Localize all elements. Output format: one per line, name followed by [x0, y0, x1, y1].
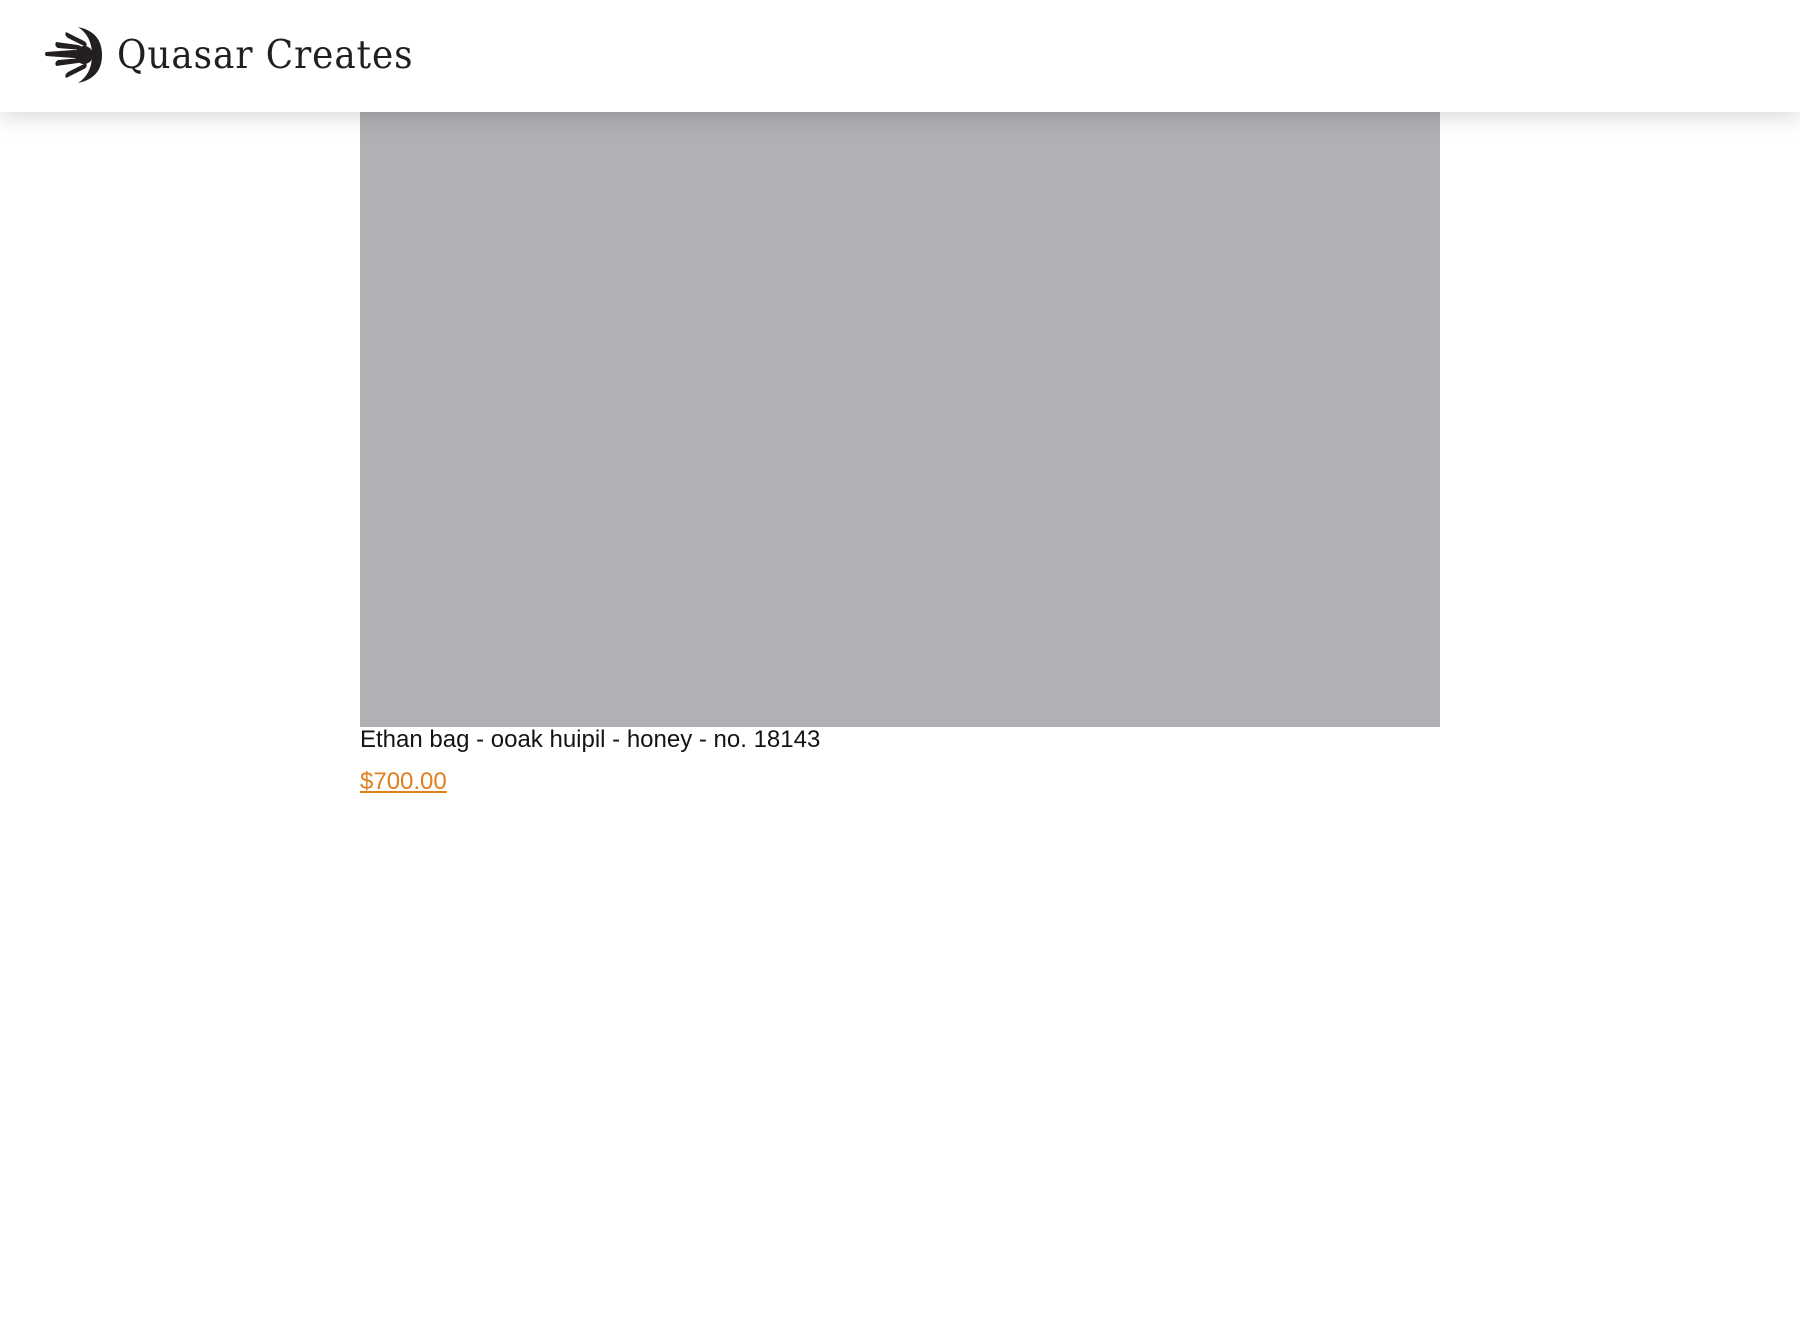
fanned-hand-logo-icon — [45, 27, 102, 83]
product-price-link[interactable]: $700.00 — [360, 768, 447, 796]
product-title[interactable]: Ethan bag - ooak huipil - honey - no. 18… — [360, 726, 820, 754]
brand-name: Quasar Creates — [117, 32, 414, 78]
home-logo-link[interactable]: Quasar Creates — [40, 24, 439, 86]
site-header: Quasar Creates — [0, 0, 1800, 112]
